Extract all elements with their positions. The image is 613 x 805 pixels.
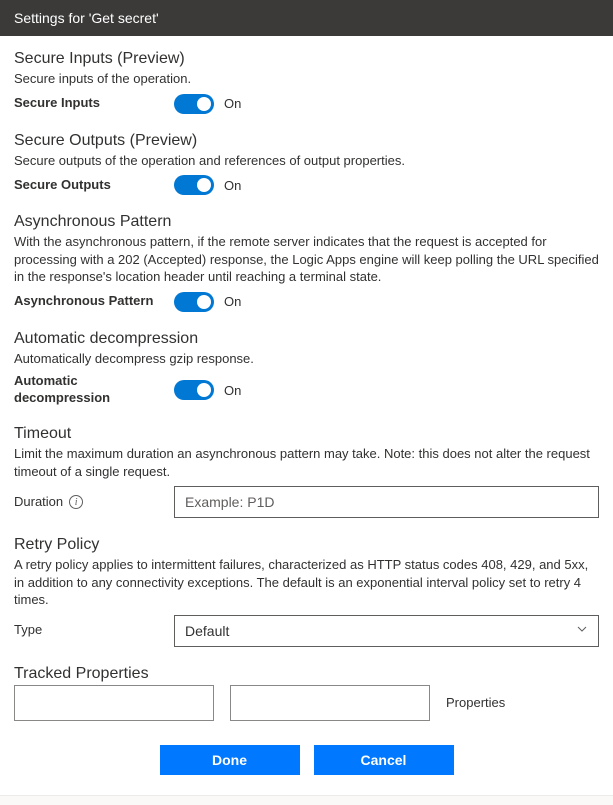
tracked-properties-section: Tracked Properties Properties	[14, 665, 599, 721]
duration-input[interactable]	[174, 486, 599, 518]
auto-decomp-section: Automatic decompression Automatically de…	[14, 330, 599, 407]
retry-policy-section: Retry Policy A retry policy applies to i…	[14, 536, 599, 647]
async-pattern-label: Asynchronous Pattern	[14, 293, 174, 310]
tracked-properties-label: Properties	[446, 695, 505, 710]
timeout-label: Duration i	[14, 494, 174, 511]
timeout-section: Timeout Limit the maximum duration an as…	[14, 425, 599, 518]
secure-inputs-state: On	[224, 96, 241, 111]
secure-inputs-toggle[interactable]	[174, 94, 214, 114]
secure-outputs-title: Secure Outputs (Preview)	[14, 132, 599, 150]
tracked-value-input[interactable]	[230, 685, 430, 721]
secure-outputs-section: Secure Outputs (Preview) Secure outputs …	[14, 132, 599, 196]
retry-type-label: Type	[14, 622, 174, 639]
titlebar: Settings for 'Get secret'	[0, 0, 613, 36]
secure-outputs-toggle[interactable]	[174, 175, 214, 195]
auto-decomp-toggle[interactable]	[174, 380, 214, 400]
secure-inputs-title: Secure Inputs (Preview)	[14, 50, 599, 68]
button-row: Done Cancel	[14, 745, 599, 775]
async-pattern-state: On	[224, 294, 241, 309]
retry-type-value: Default	[185, 623, 229, 639]
secure-outputs-desc: Secure outputs of the operation and refe…	[14, 152, 599, 170]
info-icon[interactable]: i	[69, 495, 83, 509]
duration-label-text: Duration	[14, 494, 63, 511]
cancel-button[interactable]: Cancel	[314, 745, 454, 775]
chevron-down-icon	[576, 623, 588, 638]
tracked-key-input[interactable]	[14, 685, 214, 721]
secure-outputs-state: On	[224, 178, 241, 193]
footer-separator	[0, 795, 613, 805]
secure-outputs-label: Secure Outputs	[14, 177, 174, 194]
timeout-desc: Limit the maximum duration an asynchrono…	[14, 445, 599, 480]
secure-inputs-section: Secure Inputs (Preview) Secure inputs of…	[14, 50, 599, 114]
retry-policy-title: Retry Policy	[14, 536, 599, 554]
timeout-title: Timeout	[14, 425, 599, 443]
titlebar-text: Settings for 'Get secret'	[14, 10, 159, 26]
async-pattern-title: Asynchronous Pattern	[14, 213, 599, 231]
secure-inputs-label: Secure Inputs	[14, 95, 174, 112]
auto-decomp-desc: Automatically decompress gzip response.	[14, 350, 599, 368]
async-pattern-section: Asynchronous Pattern With the asynchrono…	[14, 213, 599, 312]
settings-content: Secure Inputs (Preview) Secure inputs of…	[0, 36, 613, 795]
async-pattern-toggle[interactable]	[174, 292, 214, 312]
secure-inputs-desc: Secure inputs of the operation.	[14, 70, 599, 88]
tracked-properties-title: Tracked Properties	[14, 665, 599, 683]
auto-decomp-title: Automatic decompression	[14, 330, 599, 348]
done-button[interactable]: Done	[160, 745, 300, 775]
auto-decomp-state: On	[224, 383, 241, 398]
auto-decomp-label: Automatic decompression	[14, 373, 174, 407]
async-pattern-desc: With the asynchronous pattern, if the re…	[14, 233, 599, 286]
retry-policy-desc: A retry policy applies to intermittent f…	[14, 556, 599, 609]
retry-type-select[interactable]: Default	[174, 615, 599, 647]
